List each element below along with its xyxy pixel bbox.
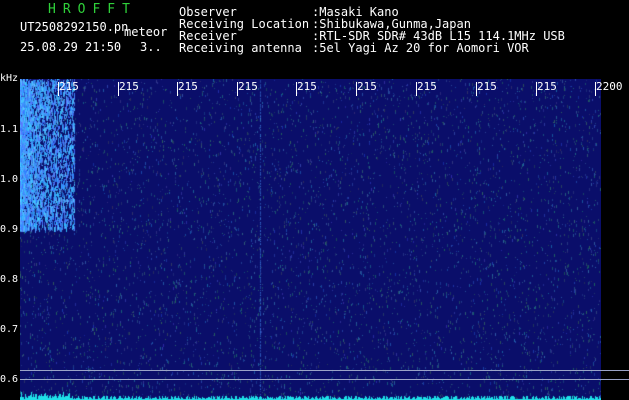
time-label: 215	[59, 80, 79, 93]
time-tick	[58, 82, 59, 96]
time-label: 215	[297, 80, 317, 93]
freq-label: 0.7	[0, 324, 19, 335]
count-label: 3..	[140, 40, 162, 54]
antenna-label: Receiving antenna	[179, 41, 302, 55]
time-label: 215	[178, 80, 198, 93]
file-name: UT2508292150.pn	[20, 20, 129, 34]
freq-label: 0.9	[0, 224, 19, 235]
app-brand: HROFFT	[48, 2, 137, 17]
antenna-value: :5el Yagi Az 20 for Aomori VOR	[312, 41, 529, 55]
freq-label: 1.1	[0, 124, 19, 135]
time-label: 215	[238, 80, 258, 93]
time-label: 215	[357, 80, 377, 93]
time-tick	[296, 82, 297, 96]
freq-label: 0.6	[0, 374, 19, 385]
time-tick	[356, 82, 357, 96]
freq-label: 1.0	[0, 174, 19, 185]
header-panel: HROFFT UT2508292150.pn meteor 25.08.29 2…	[0, 0, 629, 78]
reference-line	[20, 379, 629, 380]
mode-label: meteor	[124, 25, 168, 39]
frequency-scale: kHz 1.1 1.0 0.9 0.8 0.7 0.6	[0, 73, 20, 400]
time-label: 215	[537, 80, 557, 93]
spectrogram-canvas	[20, 79, 601, 400]
freq-label: 0.8	[0, 274, 19, 285]
time-tick	[595, 82, 596, 96]
time-label: 215	[417, 80, 437, 93]
time-label: 215	[477, 80, 497, 93]
time-tick	[416, 82, 417, 96]
freq-unit-label: kHz	[0, 73, 19, 84]
time-label: 2200	[596, 80, 623, 93]
time-tick	[177, 82, 178, 96]
time-tick	[536, 82, 537, 96]
reference-line	[20, 370, 629, 371]
time-label: 215	[119, 80, 139, 93]
time-tick	[476, 82, 477, 96]
time-tick	[118, 82, 119, 96]
time-tick	[237, 82, 238, 96]
date-time: 25.08.29 21:50	[20, 40, 122, 54]
